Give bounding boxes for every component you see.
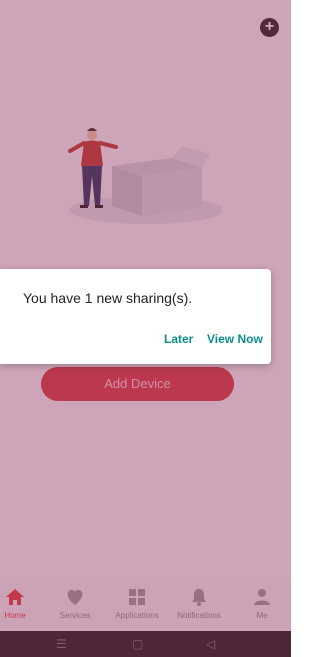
dialog-message: You have 1 new sharing(s). — [23, 290, 193, 306]
home-screen: + Add Device Home Services Applications … — [0, 0, 291, 657]
view-now-button[interactable]: View Now — [207, 332, 263, 346]
sharing-dialog: You have 1 new sharing(s). Later View No… — [0, 269, 271, 364]
later-button[interactable]: Later — [164, 332, 193, 346]
